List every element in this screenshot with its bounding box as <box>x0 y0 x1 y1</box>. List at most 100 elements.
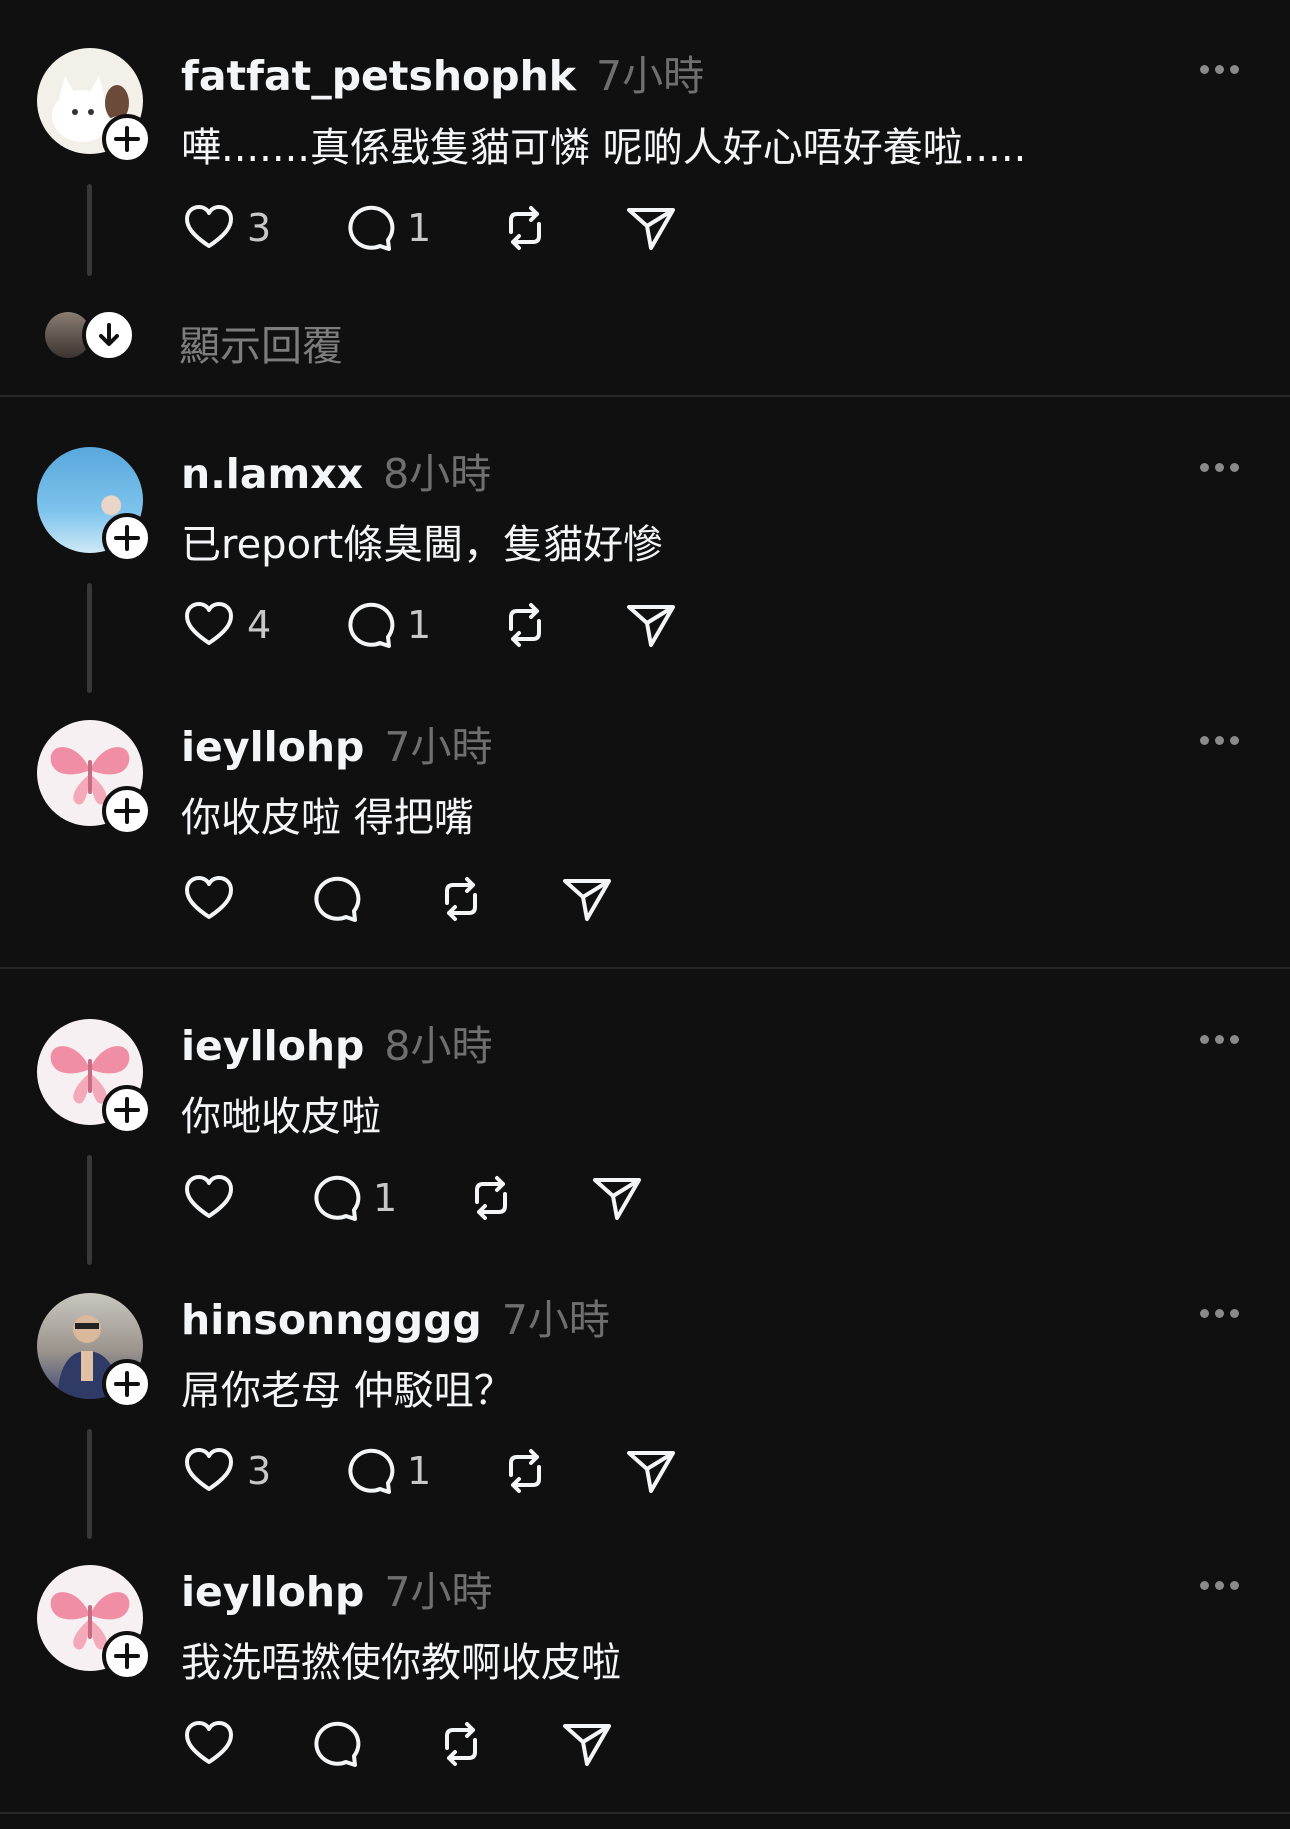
post-header: ieyllohp 8小時 <box>181 1012 493 1072</box>
reply-button[interactable] <box>307 871 363 927</box>
follow-plus-icon[interactable] <box>102 513 152 563</box>
more-icon[interactable] <box>1200 463 1239 472</box>
timestamp: 7小時 <box>596 52 705 100</box>
post-text: 嘩.......真係戥隻貓可憐 呢啲人好心唔好養啦..... <box>181 125 1027 171</box>
reply-button[interactable]: 1 <box>341 200 431 256</box>
more-icon[interactable] <box>1200 1035 1239 1044</box>
repost-button[interactable] <box>433 871 489 927</box>
repost-icon <box>509 1449 541 1493</box>
post-text: 我洗唔撚使你教啊收皮啦 <box>181 1640 621 1686</box>
heart-icon <box>185 1175 233 1218</box>
timestamp: 8小時 <box>383 450 492 498</box>
like-count: 4 <box>247 603 272 647</box>
more-icon[interactable] <box>1200 65 1239 74</box>
post-header: hinsonngggg 7小時 <box>181 1286 610 1346</box>
timestamp: 7小時 <box>501 1296 610 1344</box>
thread-post: ieyllohp 7小時 你收皮啦 得把嘴 <box>0 667 1290 967</box>
like-button[interactable] <box>181 871 237 927</box>
thread-post: ieyllohp 8小時 你哋收皮啦 1 <box>0 969 1290 1265</box>
repost-button[interactable] <box>433 1716 489 1772</box>
share-icon <box>563 879 611 921</box>
repost-icon <box>509 603 541 647</box>
username[interactable]: ieyllohp <box>181 723 364 771</box>
follow-plus-icon[interactable] <box>102 786 152 836</box>
show-replies-label: 顯示回覆 <box>179 322 343 370</box>
thread-post: n.lamxx 8小時 已report條臭閪，隻貓好慘 4 1 <box>0 397 1290 693</box>
reply-button[interactable]: 1 <box>341 1443 431 1499</box>
arrow-down-icon <box>82 308 136 362</box>
like-button[interactable] <box>181 1170 237 1226</box>
post-header: fatfat_petshophk 7小時 <box>181 42 704 102</box>
post-text: 屌你老母 仲駁咀？ <box>181 1368 514 1414</box>
follow-plus-icon[interactable] <box>102 1085 152 1135</box>
username[interactable]: n.lamxx <box>181 450 363 498</box>
username[interactable]: ieyllohp <box>181 1022 364 1070</box>
heart-icon <box>185 205 233 248</box>
share-button[interactable] <box>623 200 679 256</box>
timestamp: 7小時 <box>384 1568 493 1616</box>
share-icon <box>627 208 675 250</box>
thread-post: hinsonngggg 7小時 屌你老母 仲駁咀？ 3 1 <box>0 1241 1290 1539</box>
reply-button[interactable]: 1 <box>307 1170 397 1226</box>
comment-icon <box>314 1175 361 1221</box>
share-icon <box>627 1451 675 1493</box>
post-text: 你哋收皮啦 <box>181 1094 381 1140</box>
reply-count: 1 <box>407 603 432 647</box>
like-count: 3 <box>247 206 272 250</box>
thread-post: fatfat_petshophk 7小時 嘩.......真係戥隻貓可憐 呢啲人… <box>0 0 1290 395</box>
repost-icon <box>475 1176 507 1220</box>
post-header: ieyllohp 7小時 <box>181 713 493 773</box>
heart-icon <box>185 1448 233 1491</box>
repost-button[interactable] <box>497 200 553 256</box>
repost-icon <box>445 1722 477 1766</box>
comment-icon <box>348 1448 395 1494</box>
repost-icon <box>509 206 541 250</box>
reply-count: 1 <box>407 206 432 250</box>
like-button[interactable]: 3 <box>181 200 271 256</box>
reply-button[interactable]: 1 <box>341 597 431 653</box>
more-icon[interactable] <box>1200 1581 1239 1590</box>
more-icon[interactable] <box>1200 736 1239 745</box>
reply-button[interactable] <box>307 1716 363 1772</box>
username[interactable]: ieyllohp <box>181 1568 364 1616</box>
share-button[interactable] <box>589 1170 645 1226</box>
username[interactable]: hinsonngggg <box>181 1296 482 1344</box>
reply-count: 1 <box>407 1449 432 1493</box>
heart-icon <box>185 602 233 645</box>
follow-plus-icon[interactable] <box>102 1359 152 1409</box>
like-button[interactable]: 4 <box>181 597 271 653</box>
show-replies-button[interactable]: 顯示回覆 <box>0 300 400 380</box>
like-button[interactable] <box>181 1716 237 1772</box>
repost-icon <box>445 877 477 921</box>
more-icon[interactable] <box>1200 1309 1239 1318</box>
thread-line <box>87 184 92 276</box>
share-button[interactable] <box>623 597 679 653</box>
repost-button[interactable] <box>497 1443 553 1499</box>
share-button[interactable] <box>623 1443 679 1499</box>
share-button[interactable] <box>559 871 615 927</box>
share-icon <box>593 1178 641 1220</box>
heart-icon <box>185 876 233 919</box>
follow-plus-icon[interactable] <box>102 1631 152 1681</box>
username[interactable]: fatfat_petshophk <box>181 52 576 100</box>
like-button[interactable]: 3 <box>181 1443 271 1499</box>
post-text: 已report條臭閪，隻貓好慘 <box>181 522 664 568</box>
repost-button[interactable] <box>497 597 553 653</box>
post-header: n.lamxx 8小時 <box>181 440 491 500</box>
comment-icon <box>348 205 395 251</box>
heart-icon <box>185 1721 233 1764</box>
comment-icon <box>348 602 395 648</box>
timestamp: 7小時 <box>384 723 493 771</box>
share-icon <box>563 1724 611 1766</box>
like-count: 3 <box>247 1449 272 1493</box>
follow-plus-icon[interactable] <box>102 114 152 164</box>
repost-button[interactable] <box>463 1170 519 1226</box>
share-button[interactable] <box>559 1716 615 1772</box>
comment-icon <box>314 1721 361 1767</box>
reply-count: 1 <box>373 1176 398 1220</box>
thread-post: ieyllohp 7小時 我洗唔撚使你教啊收皮啦 <box>0 1514 1290 1814</box>
post-header: ieyllohp 7小時 <box>181 1558 493 1618</box>
comment-icon <box>314 876 361 922</box>
post-text: 你收皮啦 得把嘴 <box>181 795 474 841</box>
share-icon <box>627 605 675 647</box>
